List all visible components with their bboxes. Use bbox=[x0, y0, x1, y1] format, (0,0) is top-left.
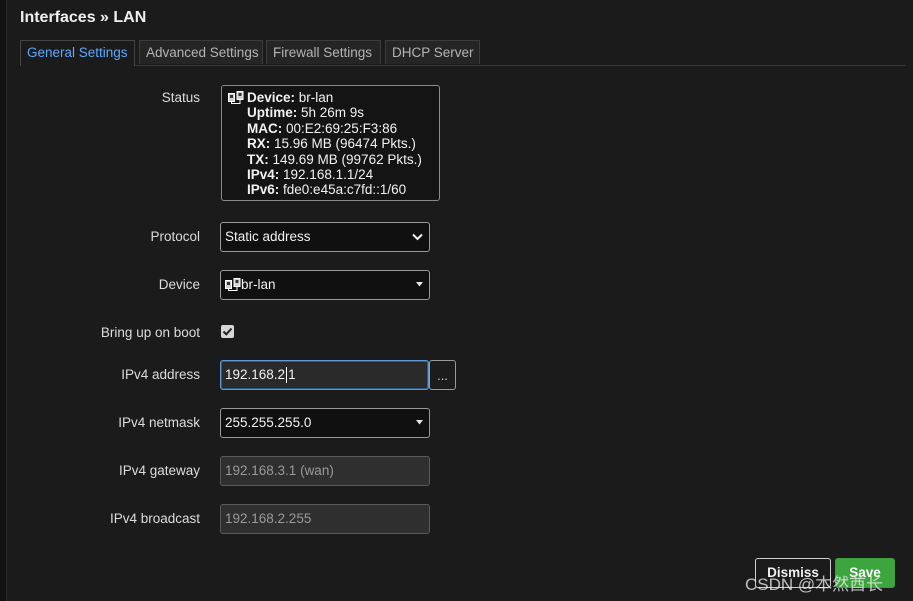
protocol-selected-value: Static address bbox=[225, 229, 311, 244]
interface-edit-modal: Interfaces » LAN General Settings Advanc… bbox=[6, 0, 913, 601]
ipv4-address-value-before: 192.168.2 bbox=[225, 367, 286, 382]
status-device: Device: br-lan bbox=[228, 90, 433, 105]
caret-down-icon bbox=[416, 409, 423, 437]
text-caret bbox=[286, 367, 288, 384]
status-rx-key: RX: bbox=[247, 136, 271, 152]
status-ipv4-value: 192.168.1.1/24 bbox=[279, 167, 374, 183]
tab-bar: General Settings Advanced Settings Firew… bbox=[20, 40, 906, 66]
device-label: Device bbox=[158, 277, 200, 292]
status-ipv4: IPv4: 192.168.1.1/24 bbox=[228, 167, 433, 182]
tab-general-settings[interactable]: General Settings bbox=[20, 40, 135, 66]
status-ipv6-value: fde0:e45a:c7fd::1/60 bbox=[279, 182, 407, 198]
status-device-key: Device: bbox=[247, 90, 296, 105]
tab-advanced-settings[interactable]: Advanced Settings bbox=[139, 40, 263, 64]
status-tx-key: TX: bbox=[247, 151, 269, 167]
ipv4-address-label: IPv4 address bbox=[121, 367, 200, 382]
ipv4-address-input[interactable]: 192.168.2 1 bbox=[220, 360, 429, 390]
status-ipv6-key: IPv6: bbox=[247, 182, 280, 198]
status-label: Status bbox=[161, 90, 200, 105]
ipv4-netmask-value: 255.255.255.0 bbox=[225, 415, 312, 430]
network-device-icon bbox=[228, 91, 244, 104]
chevron-down-icon bbox=[412, 223, 423, 251]
protocol-select[interactable]: Static address bbox=[220, 222, 430, 252]
bring-up-on-boot-checkbox[interactable] bbox=[221, 325, 234, 338]
boot-label: Bring up on boot bbox=[100, 325, 200, 340]
status-ipv6: IPv6: fde0:e45a:c7fd::1/60 bbox=[228, 182, 433, 197]
ipv4-address-more-button[interactable]: ... bbox=[429, 360, 456, 390]
status-uptime: Uptime: 5h 26m 9s bbox=[228, 105, 433, 120]
status-mac-value: 00:E2:69:25:F3:86 bbox=[282, 120, 398, 136]
status-uptime-key: Uptime: bbox=[247, 105, 298, 121]
ipv4-netmask-select[interactable]: 255.255.255.0 bbox=[220, 408, 430, 438]
protocol-label: Protocol bbox=[150, 229, 200, 244]
status-mac: MAC: 00:E2:69:25:F3:86 bbox=[228, 121, 433, 136]
watermark-text: CSDN @本然酋长 bbox=[745, 575, 884, 594]
checkmark-icon bbox=[222, 327, 233, 336]
status-rx: RX: 15.96 MB (96474 Pkts.) bbox=[228, 136, 433, 151]
status-box: Device: br-lan Uptime: 5h 26m 9s MAC: 00… bbox=[221, 85, 440, 201]
status-mac-key: MAC: bbox=[247, 120, 283, 136]
status-device-value: br-lan bbox=[295, 90, 334, 105]
ipv4-gateway-label: IPv4 gateway bbox=[118, 463, 200, 478]
ipv4-broadcast-input[interactable]: 192.168.2.255 bbox=[220, 504, 430, 534]
ipv4-broadcast-label: IPv4 broadcast bbox=[109, 511, 200, 526]
status-rx-value: 15.96 MB (96474 Pkts.) bbox=[270, 136, 416, 152]
device-selected-value: br-lan bbox=[241, 277, 276, 292]
status-tx: TX: 149.69 MB (99762 Pkts.) bbox=[228, 152, 433, 167]
network-device-icon bbox=[225, 278, 241, 291]
tab-dhcp-server[interactable]: DHCP Server bbox=[385, 40, 480, 64]
device-select[interactable]: br-lan bbox=[220, 270, 430, 300]
status-uptime-value: 5h 26m 9s bbox=[297, 105, 365, 121]
status-tx-value: 149.69 MB (99762 Pkts.) bbox=[268, 151, 422, 167]
tab-firewall-settings[interactable]: Firewall Settings bbox=[266, 40, 381, 64]
ipv4-netmask-label: IPv4 netmask bbox=[118, 415, 200, 430]
ipv4-address-value-after: 1 bbox=[288, 367, 296, 382]
status-ipv4-key: IPv4: bbox=[247, 167, 280, 183]
caret-down-icon bbox=[416, 271, 423, 299]
modal-title: Interfaces » LAN bbox=[20, 9, 147, 26]
ipv4-gateway-input[interactable]: 192.168.3.1 (wan) bbox=[220, 456, 430, 486]
